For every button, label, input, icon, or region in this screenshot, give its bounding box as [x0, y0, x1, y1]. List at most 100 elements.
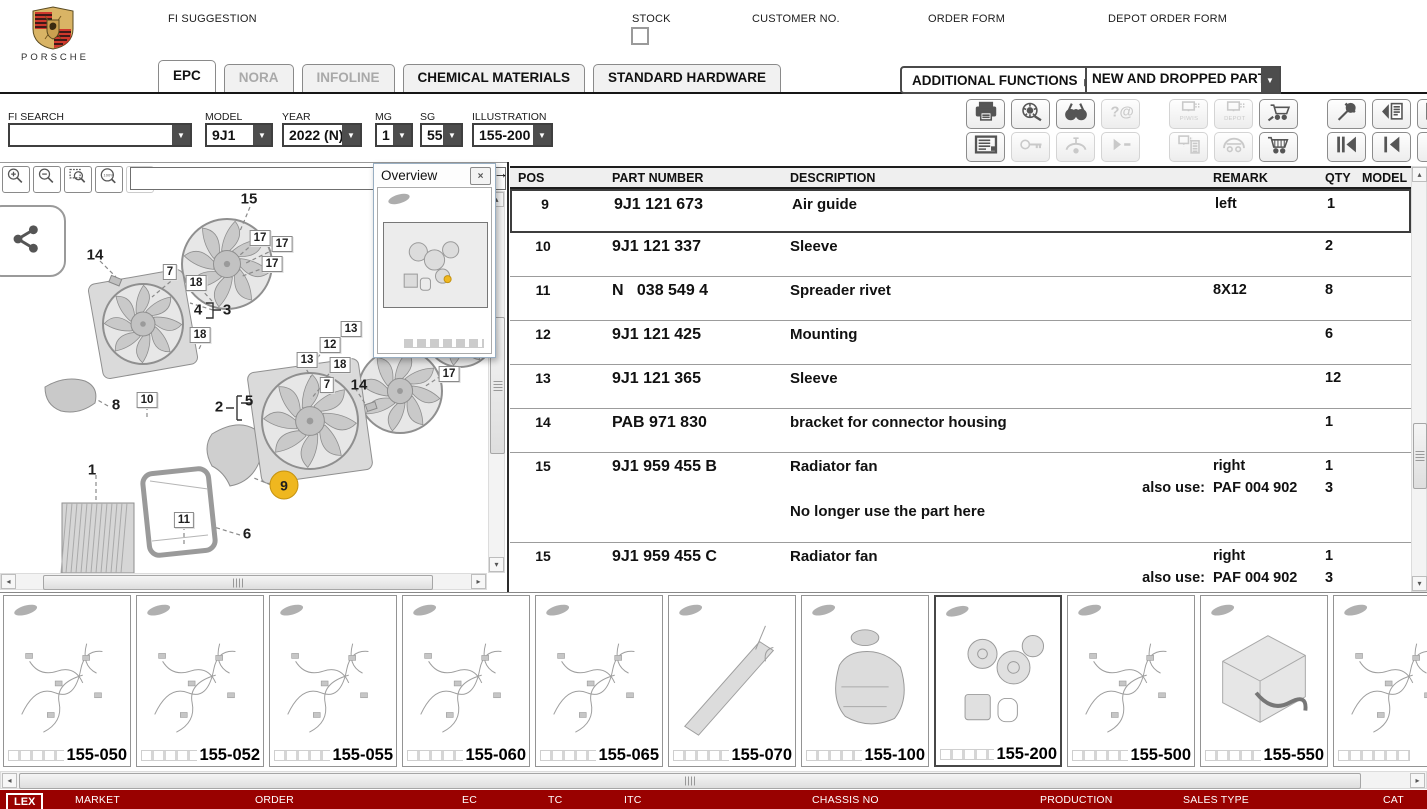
additional-functions-label: ADDITIONAL FUNCTIONS: [912, 73, 1078, 88]
table-row[interactable]: 139J1 121 365Sleeve12: [510, 365, 1411, 409]
scroll-left-icon[interactable]: [2, 773, 17, 788]
table-row[interactable]: 129J1 121 425Mounting6: [510, 321, 1411, 365]
scroll-left-icon[interactable]: [1, 574, 16, 589]
doc-prev-button[interactable]: [1372, 99, 1411, 129]
list-button[interactable]: [966, 132, 1005, 162]
callout-18[interactable]: 18: [190, 327, 211, 343]
printer-button[interactable]: [966, 99, 1005, 129]
fi-search-select[interactable]: [8, 123, 192, 147]
highlighted-callout-9[interactable]: 9: [270, 471, 299, 500]
table-row[interactable]: 159J1 959 455 CRadiator fanright1also us…: [510, 543, 1411, 592]
callout-17[interactable]: 17: [439, 366, 460, 382]
table-row[interactable]: 14PAB 971 830bracket for connector housi…: [510, 409, 1411, 453]
chevron-down-icon[interactable]: [342, 125, 360, 145]
year-select[interactable]: 2022 (N): [282, 123, 362, 147]
nav-first-button[interactable]: [1327, 132, 1366, 162]
callout-17[interactable]: 17: [272, 236, 293, 252]
callout-13[interactable]: 13: [297, 352, 318, 368]
tab-standard-hardware[interactable]: STANDARD HARDWARE: [593, 64, 781, 92]
callout-11[interactable]: 11: [174, 512, 194, 528]
scroll-down-icon[interactable]: [489, 557, 504, 572]
overview-window[interactable]: Overview: [373, 163, 496, 358]
callout-5[interactable]: 5: [245, 393, 253, 410]
thumbnail-155-200[interactable]: 155-200: [934, 595, 1062, 767]
callout-7[interactable]: 7: [163, 264, 177, 280]
chevron-down-icon[interactable]: [253, 125, 271, 145]
tire-button[interactable]: [1011, 99, 1050, 129]
model-select[interactable]: 9J1: [205, 123, 273, 147]
scrollbar-thumb[interactable]: [19, 773, 1361, 789]
cart-out-button[interactable]: [1259, 99, 1298, 129]
callout-1[interactable]: 1: [88, 462, 96, 479]
overview-viewport[interactable]: [383, 222, 488, 308]
chevron-down-icon[interactable]: [533, 125, 551, 145]
scroll-down-icon[interactable]: [1412, 576, 1427, 591]
tab-chemical-materials[interactable]: CHEMICAL MATERIALS: [403, 64, 586, 92]
thumbnail-155-100[interactable]: 155-100: [801, 595, 929, 767]
scroll-up-icon[interactable]: [1412, 167, 1427, 182]
scroll-right-icon[interactable]: [471, 574, 486, 589]
callout-4[interactable]: 4: [194, 302, 202, 319]
callout-17[interactable]: 17: [250, 230, 271, 246]
cart-button[interactable]: [1259, 132, 1298, 162]
pin-button[interactable]: [1327, 99, 1366, 129]
table-row[interactable]: 99J1 121 673Air guideleft1: [510, 189, 1411, 233]
thumbnail-partial[interactable]: [1333, 595, 1427, 767]
nav-back-button[interactable]: [1417, 132, 1427, 162]
stock-checkbox[interactable]: [631, 27, 649, 45]
thumbnail-155-060[interactable]: 155-060: [402, 595, 530, 767]
callout-3[interactable]: 3: [223, 302, 231, 319]
callout-14[interactable]: 14: [351, 377, 368, 394]
mg-select[interactable]: 1: [375, 123, 413, 147]
thumbnail-155-052[interactable]: 155-052: [136, 595, 264, 767]
callout-18[interactable]: 18: [186, 275, 207, 291]
share-button[interactable]: [0, 205, 66, 277]
overview-legend-strip: [404, 339, 484, 348]
illustration-select[interactable]: 155-200: [472, 123, 553, 147]
thumbnail-strip-scrollbar[interactable]: [0, 771, 1427, 789]
nav-prev-button[interactable]: [1372, 132, 1411, 162]
new-and-dropped-part-select[interactable]: NEW AND DROPPED PART: [1085, 66, 1281, 94]
thumbnail-155-050[interactable]: 155-050: [3, 595, 131, 767]
scrollbar-thumb[interactable]: [1413, 423, 1427, 489]
collapse-panel-arrow-icon[interactable]: [492, 164, 510, 182]
callout-8[interactable]: 8: [112, 397, 120, 414]
table-row[interactable]: 109J1 121 337Sleeve2: [510, 233, 1411, 277]
cell-remark: right: [1213, 458, 1245, 474]
thumbnail-155-065[interactable]: 155-065: [535, 595, 663, 767]
callout-12[interactable]: 12: [320, 337, 341, 353]
additional-functions-button[interactable]: ADDITIONAL FUNCTIONS: [900, 66, 1103, 94]
scrollbar-thumb[interactable]: [43, 575, 433, 590]
callout-13[interactable]: 13: [341, 321, 362, 337]
callout-18[interactable]: 18: [330, 357, 351, 373]
diagram-horizontal-scrollbar[interactable]: [0, 573, 487, 590]
zoom-100-button[interactable]: 100%: [95, 166, 123, 193]
cell-qty: 1: [1325, 414, 1333, 430]
thumbnail-155-500[interactable]: 155-500: [1067, 595, 1195, 767]
table-row[interactable]: 11N 038 549 4Spreader rivet8X128: [510, 277, 1411, 321]
callout-10[interactable]: 10: [137, 392, 158, 408]
zoom-area-button[interactable]: [64, 166, 92, 193]
thumbnail-155-550[interactable]: 155-550: [1200, 595, 1328, 767]
binoculars-button[interactable]: [1056, 99, 1095, 129]
doc-next-button[interactable]: [1417, 99, 1427, 129]
zoom-out-button[interactable]: [33, 166, 61, 193]
chevron-down-icon[interactable]: [393, 125, 411, 145]
table-row[interactable]: 159J1 959 455 BRadiator fanright1also us…: [510, 453, 1411, 543]
table-vertical-scrollbar[interactable]: [1411, 166, 1427, 592]
thumbnail-155-070[interactable]: 155-070: [668, 595, 796, 767]
zoom-in-button[interactable]: [2, 166, 30, 193]
callout-7[interactable]: 7: [320, 377, 334, 393]
chevron-down-icon[interactable]: [172, 125, 190, 145]
callout-14[interactable]: 14: [87, 247, 104, 264]
callout-6[interactable]: 6: [243, 526, 251, 543]
callout-17[interactable]: 17: [262, 256, 283, 272]
callout-15[interactable]: 15: [241, 191, 258, 208]
close-icon[interactable]: [470, 167, 491, 185]
tab-epc[interactable]: EPC: [158, 60, 216, 92]
scroll-right-icon[interactable]: [1410, 773, 1425, 788]
callout-2[interactable]: 2: [215, 399, 223, 416]
chevron-down-icon[interactable]: [443, 125, 461, 145]
sg-select[interactable]: 55: [420, 123, 463, 147]
thumbnail-155-055[interactable]: 155-055: [269, 595, 397, 767]
